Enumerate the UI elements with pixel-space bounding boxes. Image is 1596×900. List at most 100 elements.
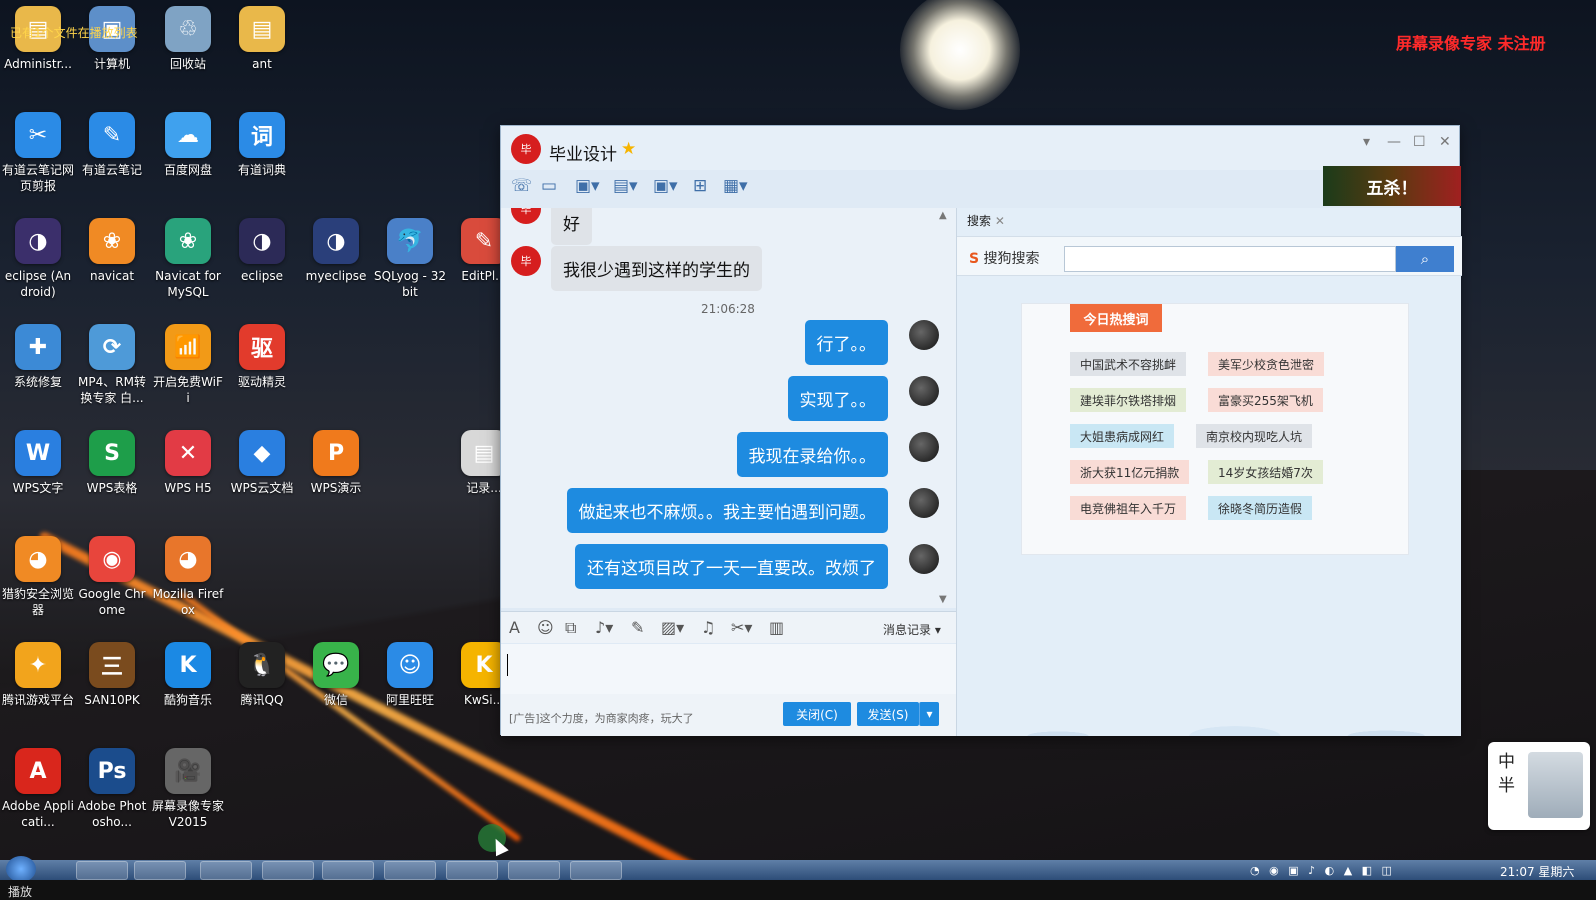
self-avatar[interactable] [909,544,939,574]
voice-icon[interactable]: ♪▾ [595,618,613,637]
file-transfer-icon[interactable]: ▤▾ [613,176,638,196]
seal-widget[interactable]: 中半 [1488,742,1590,830]
self-avatar[interactable] [909,320,939,350]
search-input[interactable] [1064,246,1396,272]
game-ad-banner[interactable]: 五杀！ [1323,166,1461,206]
dropdown-icon[interactable]: ▾ [1363,134,1370,150]
screenshot-icon[interactable]: ✂▾ [731,618,752,637]
desktop-icon[interactable]: ♲ 回收站 [152,6,224,72]
tab-search[interactable]: 搜索 ✕ [967,212,1005,229]
system-tray[interactable]: ◔ ◉ ▣ ♪ ◐ ▲ ◧ ◫ [1250,864,1395,877]
desktop-icon[interactable]: 💬 微信 [300,642,372,708]
search-button[interactable]: ⌕ [1396,246,1454,272]
desktop-icon[interactable]: ◉ Google Chrome [76,536,148,618]
desktop-icon[interactable]: ☺ 阿里旺旺 [374,642,446,708]
desktop-icon[interactable]: ◑ myeclipse [300,218,372,284]
send-button[interactable]: 发送(S) [857,702,919,726]
desktop-icon[interactable]: ✦ 腾讯游戏平台 [2,642,74,708]
font-icon[interactable]: A [509,618,520,637]
desktop-icon[interactable]: ◆ WPS云文档 [226,430,298,496]
hot-search-item[interactable]: 大姐患病成网红 [1070,424,1175,448]
pen-icon[interactable]: ✎ [631,618,644,637]
desktop-icon[interactable]: 🎥 屏幕录像专家 V2015 [152,748,224,830]
taskbar-item-window[interactable] [134,861,186,880]
desktop-icon[interactable]: ◑ eclipse (Android) [2,218,74,300]
desktop-icon[interactable]: 三 SAN10PK [76,642,148,708]
message-list[interactable]: ▲ ▼ 好毕我很少遇到这样的学生的毕 21:06:28 行了。。 实现了。。 我现在录给… [501,208,956,608]
ad-text[interactable]: [广告]这个力度，为商家肉疼，玩大了 [509,710,694,726]
chat-titlebar[interactable]: 毕 毕业设计 ★ ▾ — ☐ ✕ [501,126,1459,170]
desktop-icon[interactable]: P WPS演示 [300,430,372,496]
hot-search-item[interactable]: 南京校内现吃人坑 [1196,424,1313,448]
hot-search-item[interactable]: 建埃菲尔铁塔排烟 [1070,388,1187,412]
scroll-down-icon[interactable]: ▼ [939,594,947,605]
star-icon[interactable]: ★ [621,139,636,159]
close-button[interactable]: 关闭(C) [783,702,851,726]
taskbar-item-dict[interactable] [508,861,560,880]
hot-search-item[interactable]: 电竞佛祖年入千万 [1070,496,1187,520]
desktop-icon[interactable]: W WPS文字 [2,430,74,496]
hot-search-item[interactable]: 美军少校贪色泄密 [1208,352,1325,376]
desktop-icon[interactable]: ▤ ant [226,6,298,72]
desktop-icon[interactable]: ❀ Navicat for MySQL [152,218,224,300]
desktop-icon[interactable]: ✂ 有道云笔记网页剪报 [2,112,74,194]
desktop-icon[interactable]: 🐬 SQLyog - 32 bit [374,218,446,300]
desktop-icon[interactable]: K 酷狗音乐 [152,642,224,708]
music-icon[interactable]: ♫ [701,618,715,637]
desktop-icon[interactable]: 词有道词典 [226,112,298,178]
desktop-icon[interactable]: Ps Adobe Photosho... [76,748,148,830]
hot-search-item[interactable]: 徐晓冬简历造假 [1208,496,1313,520]
taskbar-item-sqlyog[interactable] [384,861,436,880]
taskbar-item-explorer[interactable] [76,861,128,880]
outgoing-message[interactable]: 做起来也不麻烦。。我主要怕遇到问题。 [566,488,888,533]
message-record-button[interactable]: 消息记录 ▾ [883,621,941,638]
image-icon[interactable]: ▨▾ [661,618,684,637]
emoji-icon[interactable]: ☺ [537,618,554,637]
self-avatar[interactable] [909,432,939,462]
hot-search-item[interactable]: 富豪买255架飞机 [1208,388,1323,412]
desktop-icon[interactable]: ⟳ MP4、RM转换专家 白... [76,324,148,406]
taskbar-item-firefox[interactable] [446,861,498,880]
desktop-icon[interactable]: ◑ eclipse [226,218,298,284]
desktop-icon[interactable]: ✕ WPS H5 [152,430,224,496]
taskbar-item-eclipse[interactable] [262,861,314,880]
shake-icon[interactable]: ⧉ [565,618,576,638]
taskbar-item-chat[interactable] [322,861,374,880]
delete-icon[interactable]: ▥ [769,618,784,637]
maximize-icon[interactable]: ☐ [1413,134,1426,150]
scroll-up-icon[interactable]: ▲ [939,210,947,221]
outgoing-message[interactable]: 行了。。 [804,320,888,365]
outgoing-message[interactable]: 还有这项目改了一天一直要改。改烦了 [575,544,888,589]
self-avatar[interactable] [909,488,939,518]
close-icon[interactable]: ✕ [1439,134,1451,150]
desktop-icon[interactable]: ☁ 百度网盘 [152,112,224,178]
hot-search-item[interactable]: 中国武术不容挑衅 [1070,352,1187,376]
desktop-icon[interactable]: A Adobe Applicati... [2,748,74,830]
add-member-icon[interactable]: ⊞ [693,176,707,196]
outgoing-message[interactable]: 实现了。。 [787,376,888,421]
sender-avatar[interactable]: 毕 [511,246,541,276]
screen-share-icon[interactable]: ▣▾ [575,176,600,196]
desktop-icon[interactable]: 🐧 腾讯QQ [226,642,298,708]
video-icon[interactable]: ▭ [541,176,557,196]
sender-avatar[interactable]: 毕 [511,208,541,224]
start-button[interactable] [6,856,36,882]
remote-desktop-icon[interactable]: ▣▾ [653,176,678,196]
desktop-icon[interactable]: 📶 开启免费WiFi [152,324,224,406]
desktop-icon[interactable]: ◕ Mozilla Firefox [152,536,224,618]
phone-icon[interactable]: ☏ [511,176,532,196]
group-avatar[interactable]: 毕 [511,134,541,164]
desktop-icon[interactable]: ❀ navicat [76,218,148,284]
taskbar-item-java[interactable] [200,861,252,880]
minimize-icon[interactable]: — [1387,134,1401,150]
clock[interactable]: 21:07 星期六 [1500,863,1574,880]
message-input[interactable] [501,644,956,694]
tab-close-icon[interactable]: ✕ [995,214,1005,228]
desktop-icon[interactable]: 驱驱动精灵 [226,324,298,390]
desktop-icon[interactable]: ✎ 有道云笔记 [76,112,148,178]
hot-search-item[interactable]: 14岁女孩结婚7次 [1208,460,1323,484]
incoming-message[interactable]: 我很少遇到这样的学生的 [551,246,762,291]
desktop-icon[interactable]: ◕ 猎豹安全浏览器 [2,536,74,618]
outgoing-message[interactable]: 我现在录给你。。 [736,432,888,477]
incoming-message[interactable]: 好 [551,208,592,245]
